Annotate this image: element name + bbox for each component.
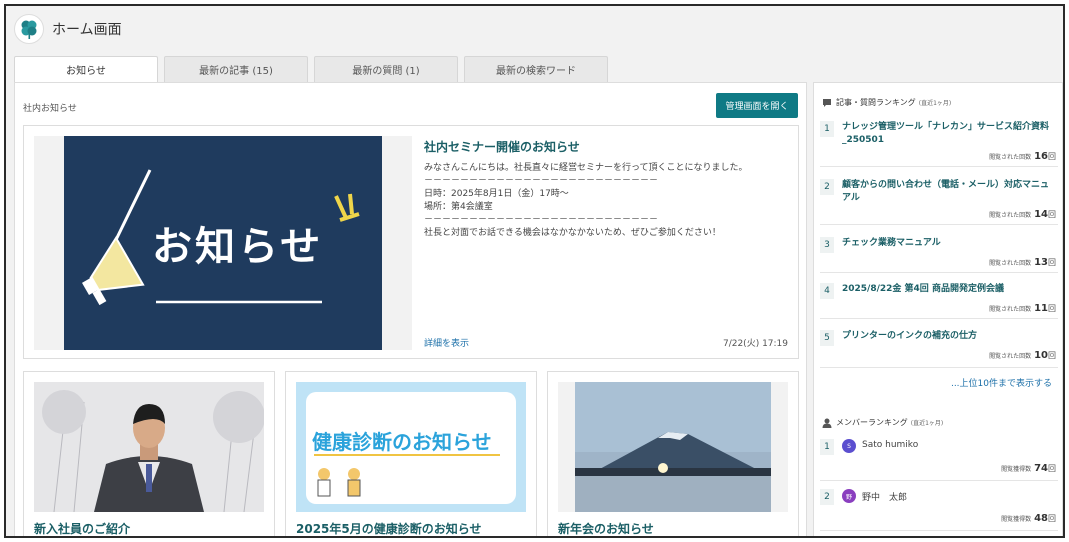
member-name[interactable]: Sato humiko [862, 440, 918, 450]
tab-latest-articles[interactable]: 最新の記事 (15) [164, 56, 308, 82]
rank-title[interactable]: ナレッジ管理ツール「ナレカン」サービス紹介資料_250501 [842, 121, 1056, 147]
list-item[interactable]: 2 顧客からの問い合わせ（電話・メール）対応マニュアル 閲覧された回数 14 回 [820, 175, 1058, 225]
health-check-image-text: 健康診断のお知らせ [312, 430, 492, 454]
mount-fuji-photo [558, 382, 788, 512]
tab-bar: お知らせ 最新の記事 (15) 最新の質問 (1) 最新の検索ワード [14, 56, 614, 82]
rank-number: 4 [820, 283, 834, 299]
banner-text: お知らせ [152, 224, 324, 270]
member-ranking-header: メンバーランキング (直近1ヶ月) [822, 417, 943, 428]
article-ranking-period: (直近1ヶ月) [918, 100, 952, 107]
member-ranking-title: メンバーランキング [836, 418, 908, 427]
notice-card-new-year-party[interactable]: 新年会のお知らせ [547, 371, 799, 536]
notices-panel: 社内お知らせ 管理画面を開く お知らせ 社内セミナー開催のお知らせ みなさんこん… [14, 82, 807, 536]
rank-number: 2 [820, 489, 834, 505]
rank-title[interactable]: チェック業務マニュアル [842, 237, 1056, 250]
notice-card-title[interactable]: 新入社員のご紹介 [34, 520, 130, 536]
view-count: 閲覧された回数 14 回 [989, 209, 1056, 220]
featured-notice-title[interactable]: 社内セミナー開催のお知らせ [424, 138, 580, 155]
featured-notice-card[interactable]: お知らせ 社内セミナー開催のお知らせ みなさんこんにちは。社長直々に経営セミナー… [23, 125, 799, 359]
person-icon [822, 418, 832, 428]
tab-latest-questions[interactable]: 最新の質問 (1) [314, 56, 458, 82]
list-item[interactable]: 3 チェック業務マニュアル 閲覧された回数 13 回 [820, 233, 1058, 273]
notice-banner: お知らせ [64, 136, 382, 350]
rank-number: 5 [820, 330, 834, 346]
rank-number: 2 [820, 179, 834, 195]
rank-number: 3 [820, 237, 834, 253]
notice-card-new-employee[interactable]: 新入社員のご紹介 [23, 371, 275, 536]
view-count: 閲覧された回数 13 回 [989, 257, 1056, 268]
member-name[interactable]: 野中 太郎 [862, 490, 907, 503]
notice-card-title[interactable]: 2025年5月の健康診断のお知らせ [296, 520, 482, 536]
show-details-link[interactable]: 詳細を表示 [424, 336, 469, 349]
rank-title[interactable]: 顧客からの問い合わせ（電話・メール）対応マニュアル [842, 179, 1056, 205]
app-window: ホーム画面 お知らせ 最新の記事 (15) 最新の質問 (1) 最新の検索ワード… [4, 4, 1065, 538]
health-check-image: 健康診断のお知らせ [296, 382, 526, 512]
featured-notice-body: みなさんこんにちは。社長直々に経営セミナーを行って頂くことになりました。 －－－… [424, 163, 748, 238]
header: ホーム画面 [6, 6, 1063, 52]
tab-notices[interactable]: お知らせ [14, 56, 158, 82]
list-item[interactable]: 4 2025/8/22金 第4回 商品開発定例会議 閲覧された回数 11 回 [820, 279, 1058, 319]
view-count: 閲覧獲得数 48 回 [1001, 513, 1056, 524]
rank-number: 1 [820, 121, 834, 137]
notice-card-title[interactable]: 新年会のお知らせ [558, 520, 654, 536]
section-label: 社内お知らせ [23, 104, 77, 114]
avatar: 野 [842, 489, 856, 503]
article-ranking-header: 記事・質問ランキング (直近1ヶ月) [822, 97, 951, 108]
view-count: 閲覧された回数 11 回 [989, 303, 1056, 314]
open-admin-button[interactable]: 管理画面を開く [716, 93, 798, 118]
rank-title[interactable]: プリンターのインクの補充の仕方 [842, 330, 1056, 343]
new-employee-photo [34, 382, 264, 512]
rank-number: 1 [820, 439, 834, 455]
rank-title[interactable]: 2025/8/22金 第4回 商品開発定例会議 [842, 283, 1056, 296]
view-count: 閲覧された回数 16 回 [989, 151, 1056, 162]
page-title: ホーム画面 [52, 22, 122, 38]
view-count: 閲覧された回数 10 回 [989, 350, 1056, 361]
tab-latest-search-words[interactable]: 最新の検索ワード [464, 56, 608, 82]
featured-notice-image: お知らせ [34, 136, 412, 350]
featured-notice-date: 7/22(火) 17:19 [722, 339, 788, 349]
article-ranking-title: 記事・質問ランキング [836, 98, 916, 107]
ranking-sidebar: 記事・質問ランキング (直近1ヶ月) 1 ナレッジ管理ツール「ナレカン」サービス… [813, 82, 1063, 536]
list-item[interactable]: 5 プリンターのインクの補充の仕方 閲覧された回数 10 回 [820, 326, 1058, 368]
list-item[interactable]: 1 ナレッジ管理ツール「ナレカン」サービス紹介資料_250501 閲覧された回数… [820, 117, 1058, 167]
list-item[interactable]: 1 S Sato humiko 閲覧獲得数 74 回 [820, 435, 1058, 481]
view-count: 閲覧獲得数 74 回 [1001, 463, 1056, 474]
notice-card-health-check[interactable]: 健康診断のお知らせ 2025年5月の健康診断のお知らせ [285, 371, 537, 536]
list-item[interactable]: 2 野 野中 太郎 閲覧獲得数 48 回 [820, 485, 1058, 531]
member-ranking-period: (直近1ヶ月) [910, 420, 944, 427]
clover-logo-icon[interactable] [14, 14, 44, 44]
avatar: S [842, 439, 856, 453]
show-top10-link[interactable]: ...上位10件まで表示する [951, 376, 1052, 389]
chat-bubble-icon [823, 98, 831, 107]
